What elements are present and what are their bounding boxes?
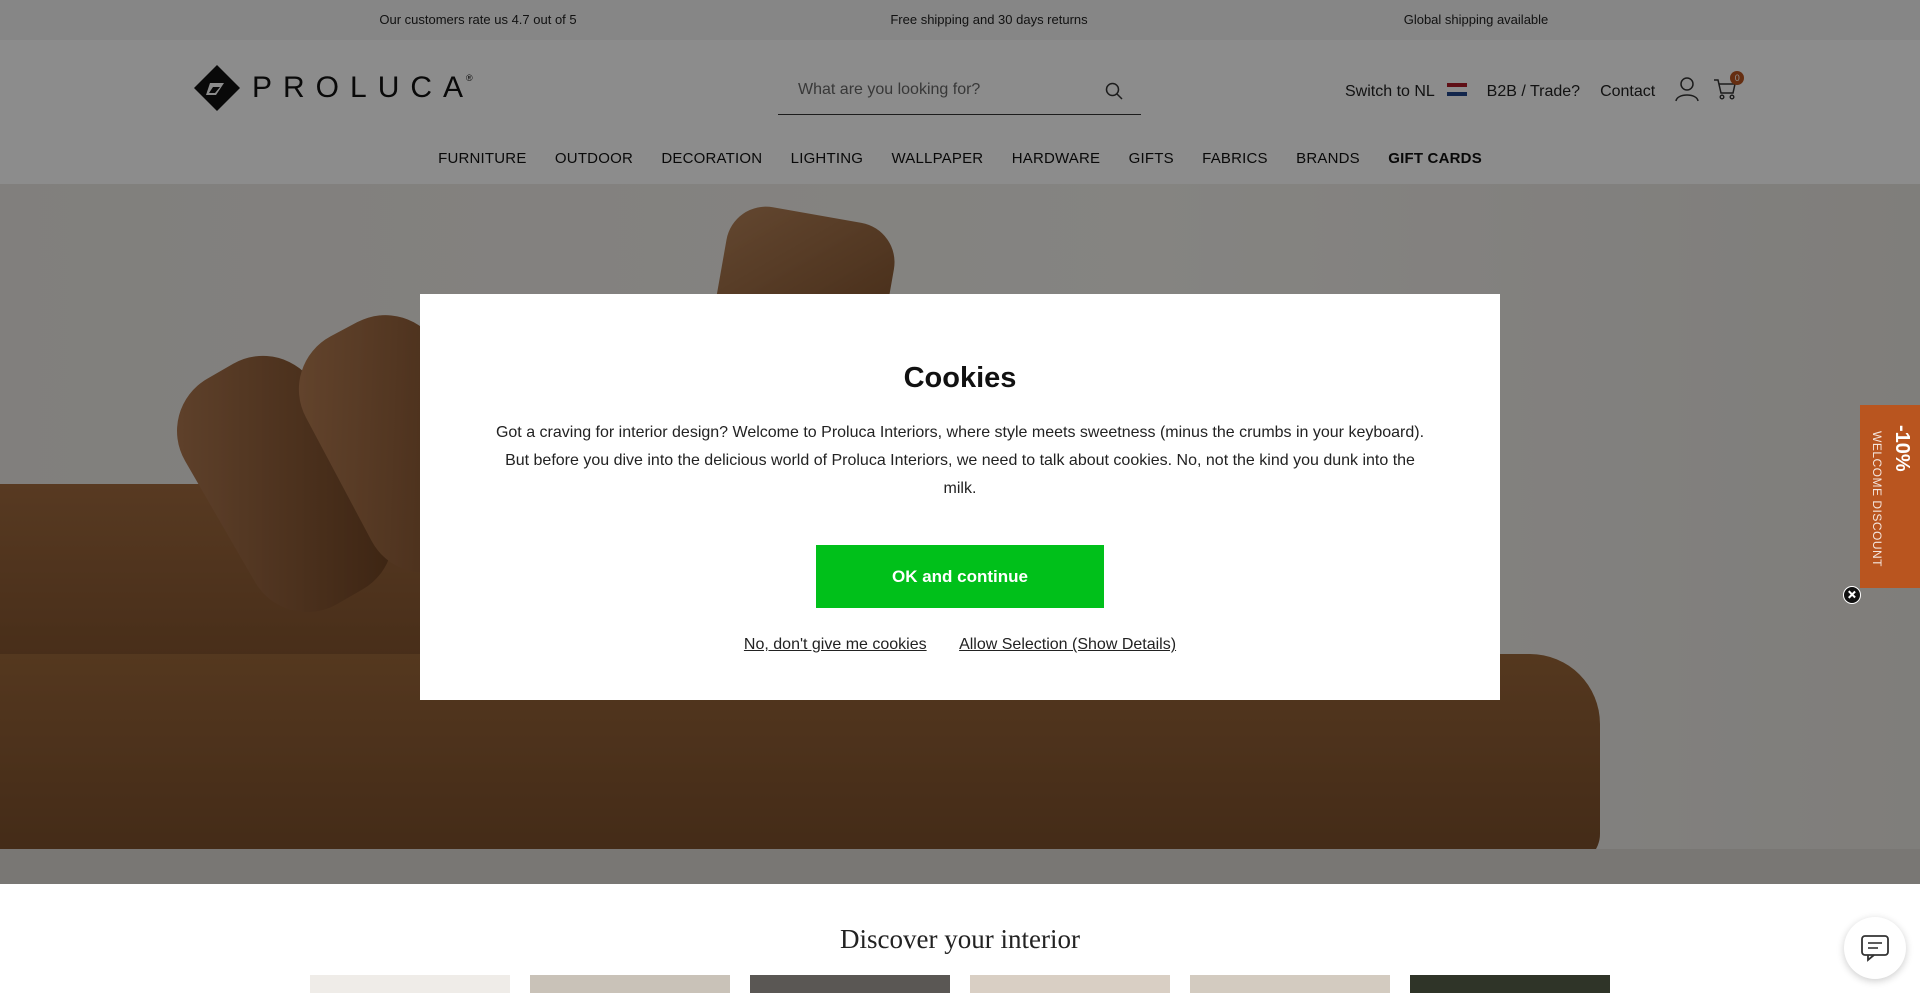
category-tile[interactable] (1410, 975, 1610, 993)
discover-title: Discover your interior (840, 924, 1080, 954)
chat-icon (1861, 935, 1889, 962)
category-tile[interactable] (310, 975, 510, 993)
accept-cookies-button[interactable]: OK and continue (816, 545, 1104, 608)
discount-percent: -10% (1891, 425, 1913, 472)
category-tile[interactable] (530, 975, 730, 993)
category-tile[interactable] (1190, 975, 1390, 993)
cookie-title: Cookies (903, 362, 1017, 394)
category-tile[interactable] (970, 975, 1170, 993)
cookie-secondary-actions: No, don't give me cookies Allow Selectio… (420, 636, 1500, 654)
close-icon[interactable] (1843, 586, 1861, 604)
category-tile[interactable] (750, 975, 950, 993)
cookie-dialog: Cookies Got a craving for interior desig… (420, 294, 1500, 700)
discount-label: WELCOME DISCOUNT (1870, 431, 1884, 568)
chat-button[interactable] (1844, 917, 1906, 979)
cookie-selection-link[interactable]: Allow Selection (Show Details) (959, 636, 1176, 653)
cookie-body: Got a craving for interior design? Welco… (495, 424, 1425, 497)
welcome-discount-tab[interactable]: -10% WELCOME DISCOUNT (1860, 405, 1920, 588)
discover-section: Discover your interior (0, 884, 1920, 993)
decline-cookies-link[interactable]: No, don't give me cookies (744, 636, 927, 653)
